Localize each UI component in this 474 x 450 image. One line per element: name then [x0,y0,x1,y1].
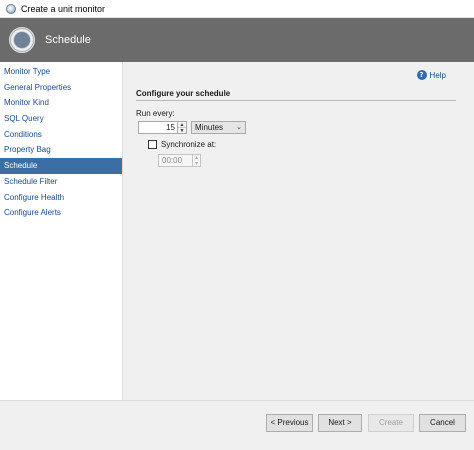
previous-button[interactable]: < Previous [266,414,313,432]
cancel-button[interactable]: Cancel [419,414,466,432]
nav-item-monitor-type[interactable]: Monitor Type [0,64,122,80]
help-label: Help [429,70,446,80]
nav-item-property-bag[interactable]: Property Bag [0,142,122,158]
stepper-down-icon[interactable]: ▼ [193,161,200,167]
synchronize-checkbox[interactable] [148,140,157,149]
window-title: Create a unit monitor [21,3,106,14]
run-every-label: Run every: [136,109,175,118]
page-header-banner: Schedule [0,18,474,62]
window-titlebar: Create a unit monitor [0,0,474,18]
nav-item-conditions[interactable]: Conditions [0,127,122,143]
sync-time-input[interactable]: 00:00 [158,154,193,167]
nav-item-schedule-filter[interactable]: Schedule Filter [0,174,122,190]
units-selected-value: Minutes [195,123,224,132]
app-logo-icon [6,3,16,14]
page-title: Schedule [45,34,91,46]
schedule-content-panel: ? Help Configure your schedule Run every… [123,62,474,400]
help-icon: ? [416,70,427,80]
interval-input[interactable]: 15 [138,121,178,134]
synchronize-label: Synchronize at: [161,140,217,149]
nav-item-configure-health[interactable]: Configure Health [0,190,122,206]
section-title: Configure your schedule [136,89,456,101]
stepper-down-icon[interactable]: ▼ [178,128,186,134]
chevron-down-icon: ⌄ [236,124,242,131]
sync-time-stepper: ▲ ▼ [193,154,201,167]
create-button[interactable]: Create [368,414,414,432]
interval-stepper: ▲ ▼ [178,121,187,134]
synchronize-row: Synchronize at: [148,140,216,149]
nav-item-schedule[interactable]: Schedule [0,158,122,174]
wizard-orb-icon [9,27,35,53]
wizard-steps-nav: Monitor Type General Properties Monitor … [0,62,123,400]
nav-item-sql-query[interactable]: SQL Query [0,111,122,127]
nav-item-monitor-kind[interactable]: Monitor Kind [0,95,122,111]
help-link[interactable]: ? Help [416,70,446,80]
units-dropdown[interactable]: Minutes ⌄ [191,121,246,134]
next-button[interactable]: Next > [318,414,362,432]
nav-item-configure-alerts[interactable]: Configure Alerts [0,205,122,221]
wizard-footer: < Previous Next > Create Cancel [0,400,474,450]
nav-item-general-properties[interactable]: General Properties [0,80,122,96]
